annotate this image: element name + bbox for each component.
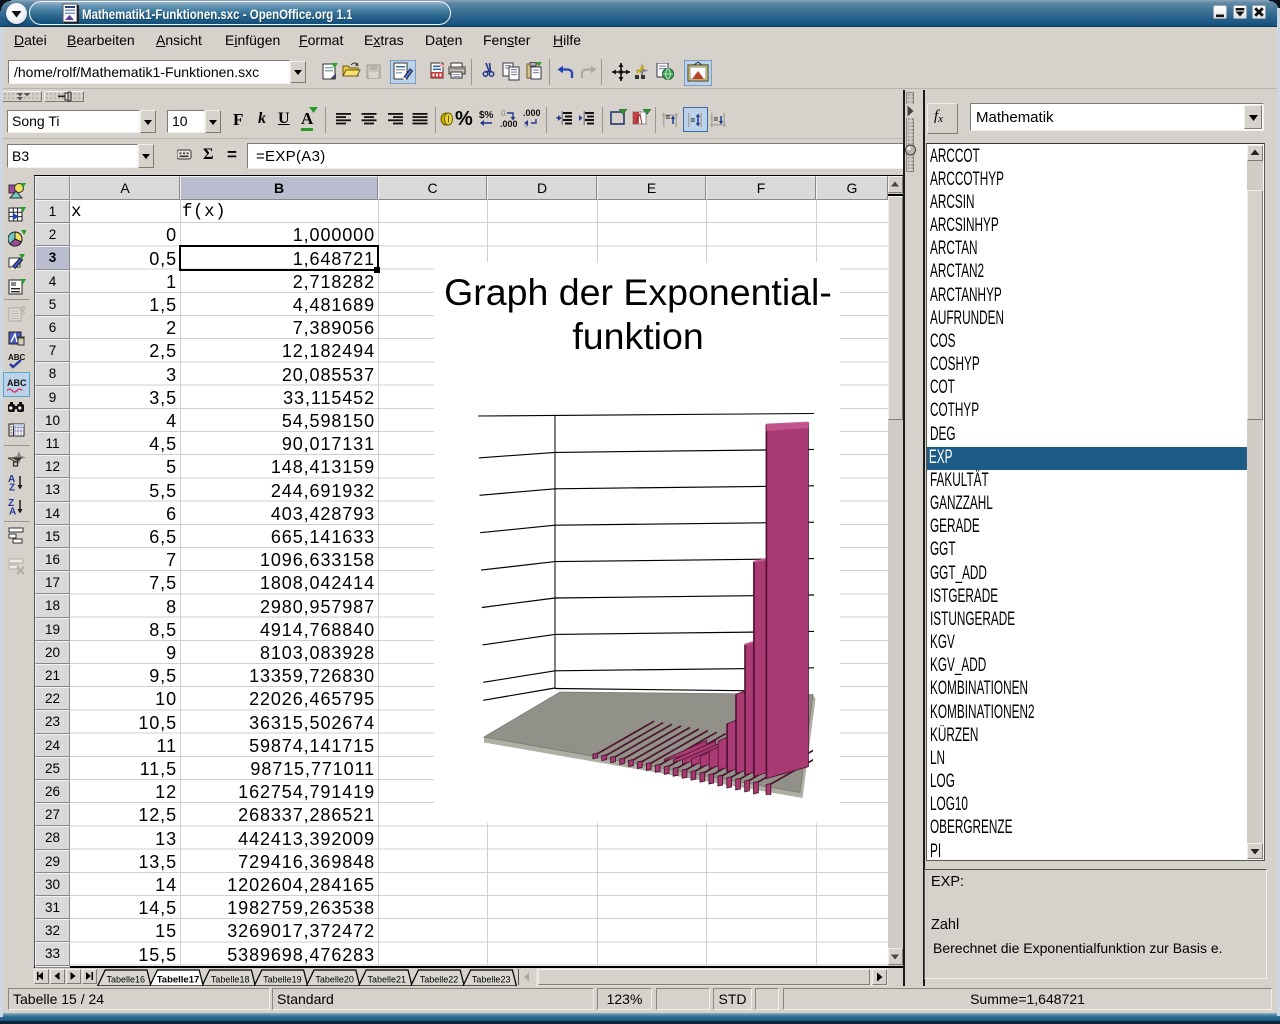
svg-text:funktion: funktion — [572, 315, 703, 357]
svg-text:Graph der Exponential-: Graph der Exponential- — [444, 271, 832, 313]
svg-text:=: = — [714, 115, 719, 124]
svg-text:.000: .000 — [523, 109, 540, 118]
svg-text:ABC: ABC — [7, 378, 27, 388]
svg-text:=: = — [666, 113, 671, 122]
svg-text:Tabelle18: Tabelle18 — [211, 974, 250, 984]
svg-text:Tabelle22: Tabelle22 — [420, 974, 459, 984]
svg-text:A: A — [9, 507, 16, 516]
svg-text:Tabelle20: Tabelle20 — [315, 974, 354, 984]
svg-text:Tabelle16: Tabelle16 — [107, 974, 146, 984]
svg-text:Tabelle17: Tabelle17 — [157, 974, 200, 985]
svg-text:$%: $% — [479, 110, 494, 121]
svg-text:Tabelle19: Tabelle19 — [263, 974, 302, 984]
svg-text:0: 0 — [501, 109, 506, 118]
svg-text:=: = — [691, 116, 696, 125]
svg-text:Z: Z — [9, 483, 15, 492]
svg-text:ABC: ABC — [8, 353, 26, 362]
svg-text:Tabelle21: Tabelle21 — [368, 974, 407, 984]
svg-text:Tabelle23: Tabelle23 — [472, 974, 511, 984]
svg-text:.000: .000 — [500, 119, 517, 129]
